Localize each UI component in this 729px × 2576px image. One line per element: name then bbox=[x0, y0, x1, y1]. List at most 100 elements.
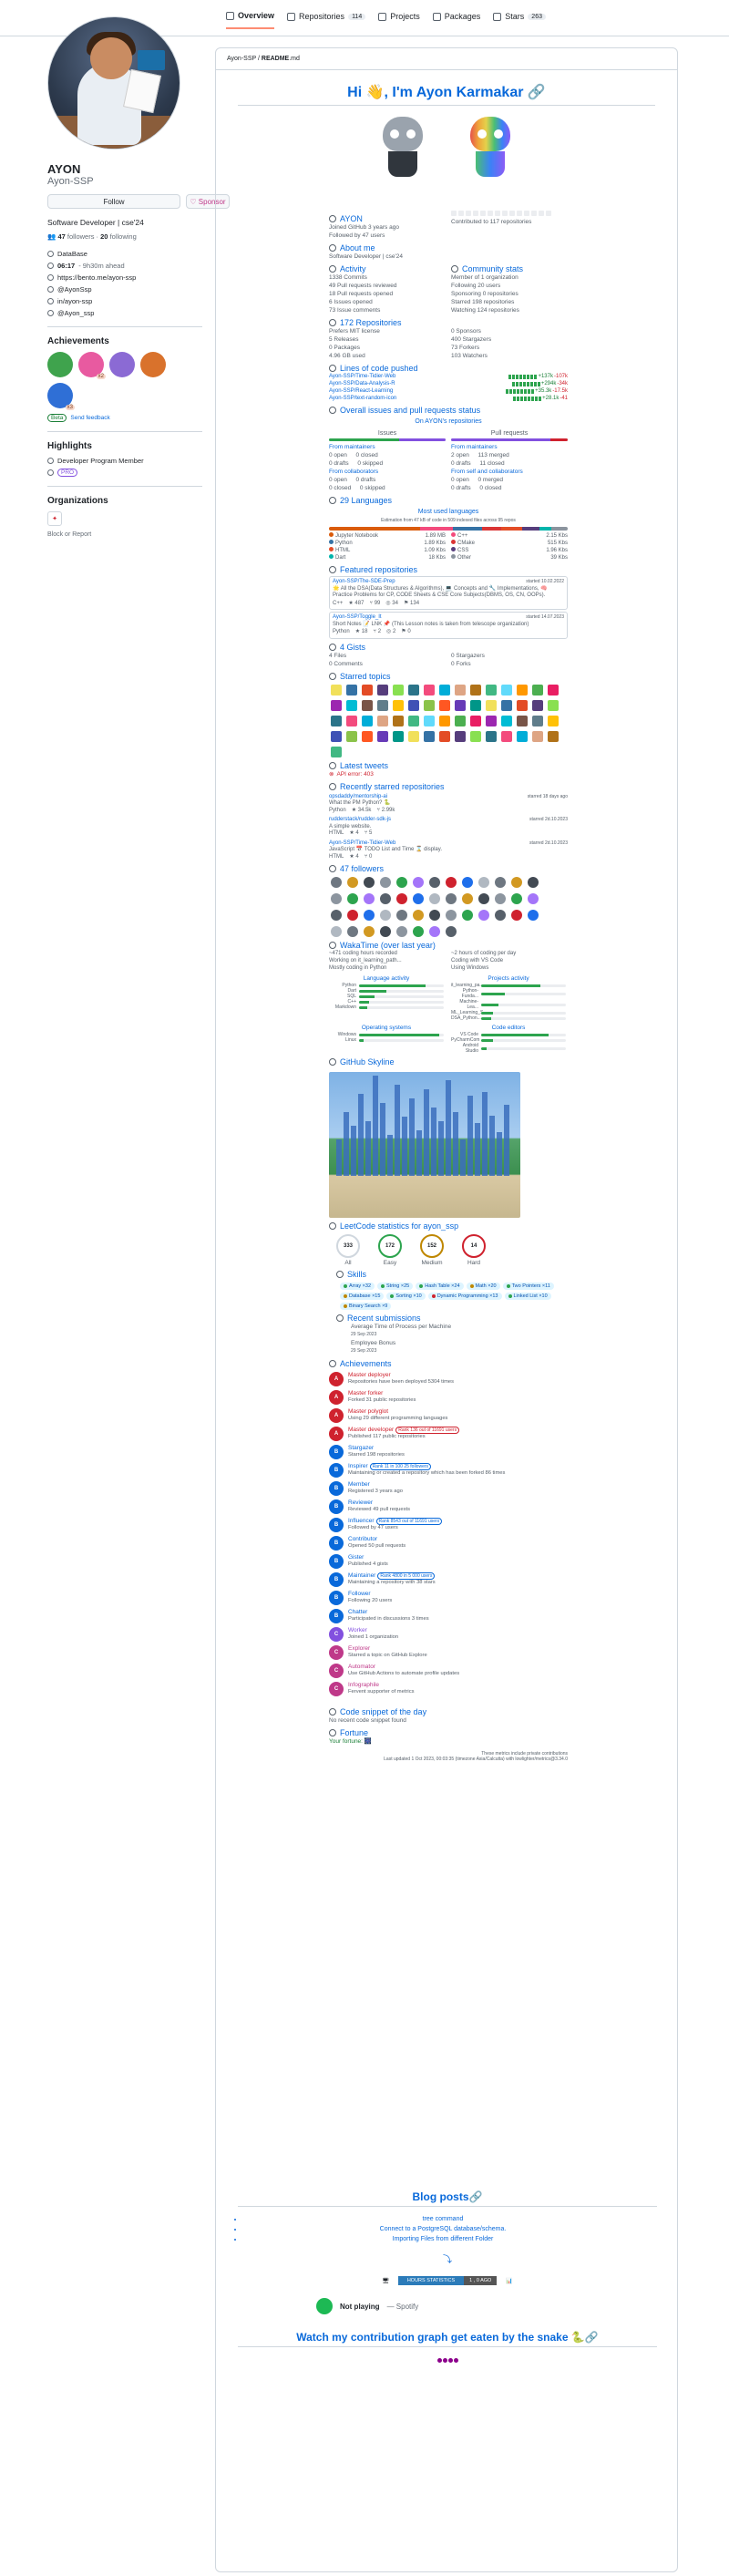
topic-icon[interactable] bbox=[548, 684, 559, 696]
tab-stars[interactable]: Stars 263 bbox=[493, 11, 546, 29]
topic-icon[interactable] bbox=[331, 699, 342, 711]
follower-avatar[interactable] bbox=[396, 877, 407, 888]
follower-avatar[interactable] bbox=[347, 910, 358, 921]
follower-avatar[interactable] bbox=[347, 877, 358, 888]
topic-icon[interactable] bbox=[408, 684, 419, 696]
follower-avatar[interactable] bbox=[446, 893, 457, 904]
follower-avatar[interactable] bbox=[528, 893, 539, 904]
avatar[interactable] bbox=[47, 16, 180, 149]
follower-avatar[interactable] bbox=[429, 926, 440, 937]
topic-icon[interactable] bbox=[377, 699, 388, 711]
follower-avatar[interactable] bbox=[511, 910, 522, 921]
follower-avatar[interactable] bbox=[364, 926, 375, 937]
follower-avatar[interactable] bbox=[478, 893, 489, 904]
follower-avatar[interactable] bbox=[462, 910, 473, 921]
topic-icon[interactable] bbox=[346, 684, 357, 696]
starred-repo[interactable]: Ayon-SSP/Time-Tidier-Web starred 2d.10.20… bbox=[329, 840, 568, 861]
topic-icon[interactable] bbox=[532, 730, 543, 742]
follower-avatar[interactable] bbox=[462, 877, 473, 888]
topic-icon[interactable] bbox=[548, 699, 559, 711]
topic-icon[interactable] bbox=[455, 715, 466, 726]
tab-repositories[interactable]: Repositories 114 bbox=[287, 11, 366, 29]
featured-repo[interactable]: Ayon-SSP/The-SDE-Prep started 10.02.2022 … bbox=[329, 576, 568, 610]
topic-icon[interactable] bbox=[424, 699, 435, 711]
blog-post-link[interactable]: tree command bbox=[243, 2214, 642, 2224]
topic-icon[interactable] bbox=[517, 730, 528, 742]
follower-avatar[interactable] bbox=[396, 926, 407, 937]
twitter-link[interactable]: @AyonSsp bbox=[47, 285, 230, 294]
topic-icon[interactable] bbox=[455, 699, 466, 711]
linkedin-link[interactable]: in/ayon-ssp bbox=[47, 297, 230, 305]
follower-avatar[interactable] bbox=[413, 893, 424, 904]
follower-avatar[interactable] bbox=[478, 910, 489, 921]
follower-avatar[interactable] bbox=[364, 877, 375, 888]
topic-icon[interactable] bbox=[377, 684, 388, 696]
topic-icon[interactable] bbox=[470, 715, 481, 726]
topic-icon[interactable] bbox=[393, 715, 404, 726]
blog-post-link[interactable]: Connect to a PostgreSQL database/schema. bbox=[243, 2224, 642, 2234]
topic-icon[interactable] bbox=[501, 730, 512, 742]
follower-avatar[interactable] bbox=[380, 910, 391, 921]
topic-icon[interactable] bbox=[517, 715, 528, 726]
follower-avatar[interactable] bbox=[478, 877, 489, 888]
follower-avatar[interactable] bbox=[429, 877, 440, 888]
topic-icon[interactable] bbox=[486, 730, 497, 742]
topic-icon[interactable] bbox=[439, 730, 450, 742]
follower-avatar[interactable] bbox=[331, 926, 342, 937]
follower-avatar[interactable] bbox=[495, 893, 506, 904]
follower-avatar[interactable] bbox=[364, 893, 375, 904]
topic-icon[interactable] bbox=[408, 699, 419, 711]
website-link[interactable]: https://bento.me/ayon-ssp bbox=[47, 273, 230, 282]
follower-avatar[interactable] bbox=[331, 893, 342, 904]
topic-icon[interactable] bbox=[346, 699, 357, 711]
follower-avatar[interactable] bbox=[511, 893, 522, 904]
starred-repo[interactable]: rudderstack/rudder-sdk-js starred 2d.10.2… bbox=[329, 817, 568, 838]
topic-icon[interactable] bbox=[486, 699, 497, 711]
wakatime-badge[interactable]: 🖥 HOURS STATISTICS 1 , 0 AGO 📊 bbox=[216, 2276, 679, 2285]
topic-icon[interactable] bbox=[517, 699, 528, 711]
topic-icon[interactable] bbox=[470, 684, 481, 696]
followers-count[interactable]: 47 bbox=[57, 232, 65, 241]
topic-icon[interactable] bbox=[424, 715, 435, 726]
topic-icon[interactable] bbox=[501, 715, 512, 726]
follower-avatar[interactable] bbox=[446, 910, 457, 921]
follower-avatar[interactable] bbox=[413, 877, 424, 888]
topic-icon[interactable] bbox=[439, 715, 450, 726]
spotify-now-playing[interactable]: Not playing — Spotify bbox=[316, 2298, 679, 2314]
achievement-badge-starstruck[interactable]: x3 bbox=[47, 383, 75, 410]
achievement-badge-pull-shark[interactable]: x2 bbox=[78, 352, 106, 379]
blog-post-link[interactable]: Importing Files from different Folder bbox=[243, 2234, 642, 2244]
topic-icon[interactable] bbox=[455, 730, 466, 742]
achievement-badge-quickdraw[interactable] bbox=[109, 352, 135, 377]
topic-icon[interactable] bbox=[439, 699, 450, 711]
follow-button[interactable]: Follow bbox=[47, 194, 180, 209]
topic-icon[interactable] bbox=[346, 715, 357, 726]
follower-avatar[interactable] bbox=[462, 893, 473, 904]
follower-avatar[interactable] bbox=[347, 926, 358, 937]
topic-icon[interactable] bbox=[393, 699, 404, 711]
follower-avatar[interactable] bbox=[331, 877, 342, 888]
topic-icon[interactable] bbox=[331, 746, 342, 757]
follower-avatar[interactable] bbox=[396, 893, 407, 904]
topic-icon[interactable] bbox=[486, 684, 497, 696]
achievement-badge-pair-extraordinaire[interactable] bbox=[140, 352, 166, 377]
achievement-badge-yolo[interactable] bbox=[47, 352, 73, 377]
topic-icon[interactable] bbox=[362, 715, 373, 726]
organization-avatar[interactable]: ✦ bbox=[47, 511, 62, 526]
topic-icon[interactable] bbox=[501, 699, 512, 711]
topic-icon[interactable] bbox=[486, 715, 497, 726]
send-feedback-link[interactable]: Send feedback bbox=[70, 415, 109, 421]
follower-avatar[interactable] bbox=[495, 877, 506, 888]
follower-avatar[interactable] bbox=[396, 910, 407, 921]
topic-icon[interactable] bbox=[548, 730, 559, 742]
block-or-report-link[interactable]: Block or Report bbox=[47, 531, 230, 538]
email-link[interactable]: @Ayon_ssp bbox=[47, 309, 230, 317]
topic-icon[interactable] bbox=[532, 715, 543, 726]
topic-icon[interactable] bbox=[408, 715, 419, 726]
follower-avatar[interactable] bbox=[347, 893, 358, 904]
follower-avatar[interactable] bbox=[429, 910, 440, 921]
link-icon[interactable]: 🔗 bbox=[528, 85, 546, 100]
follower-avatar[interactable] bbox=[446, 926, 457, 937]
topic-icon[interactable] bbox=[470, 699, 481, 711]
follower-avatar[interactable] bbox=[429, 893, 440, 904]
